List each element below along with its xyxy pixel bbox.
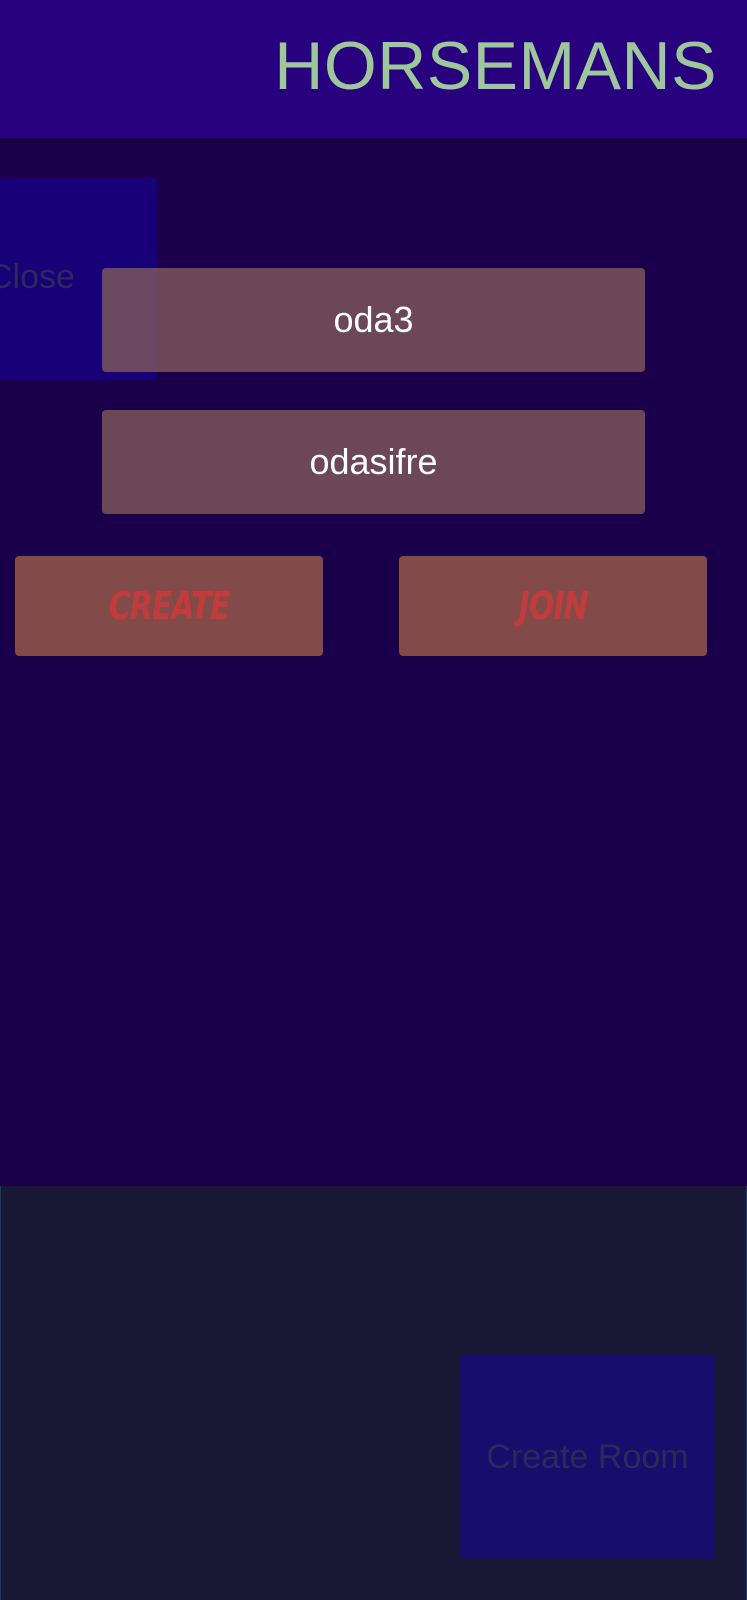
create-room-button[interactable]: Create Room <box>460 1355 715 1559</box>
join-button[interactable]: JOIN <box>399 556 707 656</box>
create-button[interactable]: CREATE <box>15 556 323 656</box>
room-password-field[interactable]: odasifre <box>102 410 645 514</box>
create-room-button-label: Create Room <box>486 1437 689 1476</box>
create-button-label: CREATE <box>108 584 230 628</box>
room-name-field[interactable]: oda3 <box>102 268 645 372</box>
close-button-label: Close <box>0 258 75 296</box>
join-button-label: JOIN <box>518 584 589 628</box>
header-bar: HORSEMANS <box>0 0 747 138</box>
app-title: HORSEMANS <box>274 28 717 104</box>
room-lobby-screen: HORSEMANS Close oda3 odasifre CREATE JOI… <box>0 0 747 1600</box>
